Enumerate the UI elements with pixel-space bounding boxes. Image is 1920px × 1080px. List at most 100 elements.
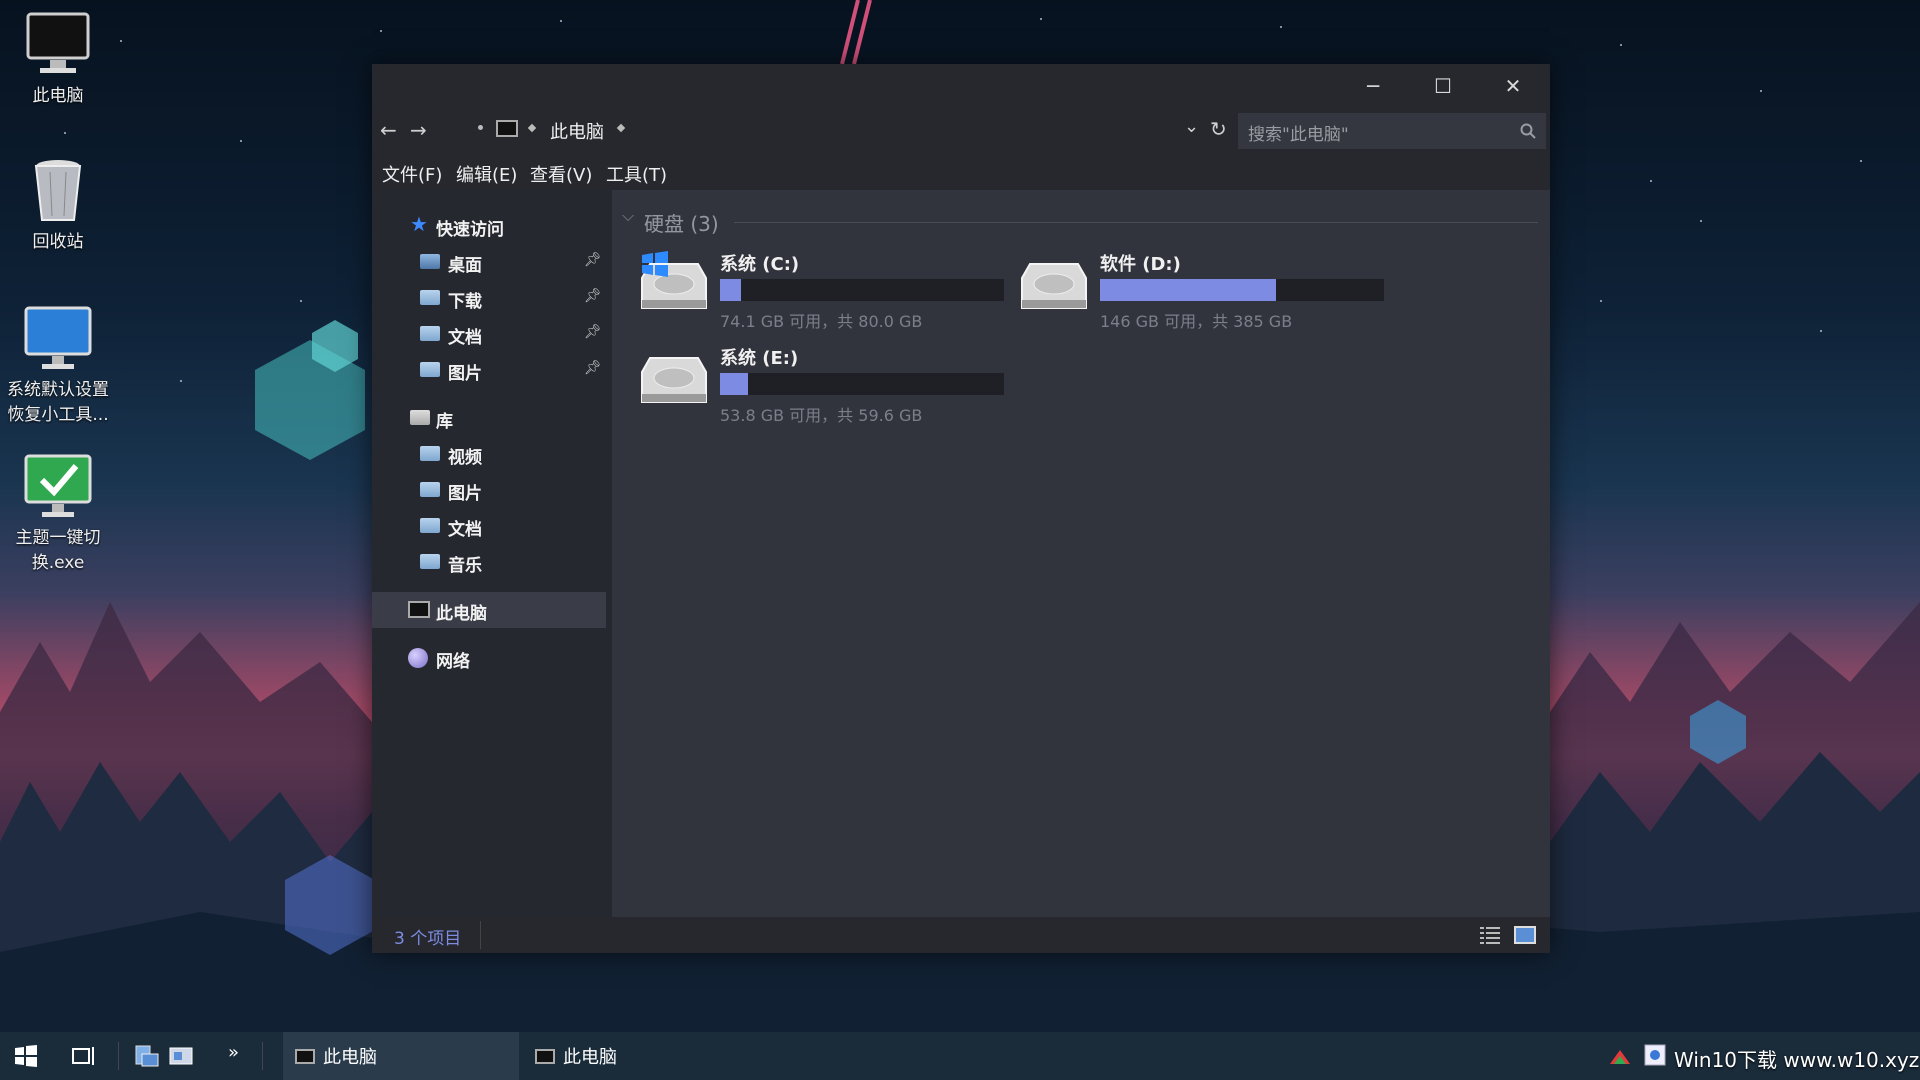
drive-free-space: 53.8 GB 可用，共 59.6 GB <box>720 406 923 425</box>
pin-icon[interactable]: 📌︎ <box>584 288 602 304</box>
sidebar-item-music[interactable]: 音乐 <box>372 544 606 580</box>
taskbar-app-this-pc-2[interactable]: 此电脑 <box>523 1032 759 1080</box>
close-button[interactable]: ✕ <box>1478 64 1548 108</box>
folder-icon <box>420 518 440 533</box>
start-button[interactable] <box>0 1032 52 1080</box>
breadcrumb-separator-icon[interactable] <box>527 123 537 133</box>
sidebar-item-library-documents[interactable]: 文档 <box>372 508 606 544</box>
pin-icon[interactable]: 📌︎ <box>584 324 602 340</box>
breadcrumb-location[interactable]: 此电脑 <box>550 118 604 144</box>
drive-usage-fill <box>720 373 749 395</box>
status-divider <box>480 921 481 949</box>
sidebar-item-network[interactable]: 网络 <box>372 640 606 676</box>
address-bar: ← → 此电脑 ⌄ ↻ 搜索"此电脑" <box>372 108 1550 154</box>
drive-usage-bar <box>1100 279 1384 301</box>
search-placeholder: 搜索"此电脑" <box>1248 125 1349 145</box>
sidebar-item-label: 桌面 <box>448 256 482 276</box>
minimize-button[interactable]: ─ <box>1338 64 1408 108</box>
drive-item[interactable]: 系统 (E:) 53.8 GB 可用，共 59.6 GB <box>638 344 1008 434</box>
search-input[interactable]: 搜索"此电脑" <box>1238 113 1546 149</box>
sidebar-item-library-pictures[interactable]: 图片 <box>372 472 606 508</box>
desktop-icon-label: 回收站 <box>32 232 84 252</box>
library-icon <box>410 410 430 425</box>
toolbar-overflow-icon[interactable]: » <box>228 1042 239 1063</box>
menu-file[interactable]: 文件(F) <box>382 161 442 187</box>
details-view-icon[interactable] <box>1480 926 1500 944</box>
monitor-icon <box>22 302 94 374</box>
sidebar-item-videos[interactable]: 视频 <box>372 436 606 472</box>
hard-drive-icon <box>641 357 707 403</box>
folder-icon <box>420 482 440 497</box>
tray-app-icon[interactable] <box>1644 1044 1666 1066</box>
windows-start-icon <box>15 1045 37 1067</box>
explorer-window: ─ ☐ ✕ ← → 此电脑 ⌄ ↻ 搜索"此电脑" 文件(F) 编辑(E) 查看… <box>372 64 1550 953</box>
menu-view[interactable]: 查看(V) <box>530 161 592 187</box>
desktop-icon-restore-tool[interactable]: 系统默认设置恢复小工具... <box>0 302 116 428</box>
sidebar-item-label: 图片 <box>448 364 482 384</box>
show-desktop-quicklaunch-icon[interactable] <box>168 1044 194 1068</box>
breadcrumb-dot <box>478 125 483 130</box>
collapse-chevron-icon[interactable]: ⌵ <box>622 206 634 226</box>
breadcrumb-separator-icon[interactable] <box>616 123 626 133</box>
drive-item[interactable]: 系统 (C:) 74.1 GB 可用，共 80.0 GB <box>638 250 1008 340</box>
checkmark-monitor-icon <box>22 450 94 522</box>
menu-edit[interactable]: 编辑(E) <box>456 161 517 187</box>
forward-button[interactable]: → <box>410 118 427 142</box>
desktop-icon-recycle-bin[interactable]: 回收站 <box>0 154 116 255</box>
group-header[interactable]: 硬盘 (3) <box>644 208 719 237</box>
drive-usage-bar <box>720 279 1004 301</box>
sidebar-item-label: 音乐 <box>448 556 482 576</box>
refresh-icon[interactable]: ↻ <box>1210 117 1227 141</box>
computer-icon <box>535 1048 555 1064</box>
desktop-icon-theme-switch[interactable]: 主题一键切换.exe <box>0 450 116 576</box>
navigation-pane: ★ 快速访问 桌面 📌︎ 下载 📌︎ 文档 📌︎ 图片 📌︎ 库 视频 图片 文… <box>372 190 612 917</box>
desktop-icon-label: 主题一键切换.exe <box>15 528 101 573</box>
tray-arrow-icon[interactable] <box>1608 1046 1632 1066</box>
history-dropdown-icon[interactable]: ⌄ <box>1184 116 1199 137</box>
sidebar-item-documents[interactable]: 文档 📌︎ <box>372 316 606 352</box>
hexagon-decoration-small <box>312 320 358 372</box>
drive-usage-fill <box>720 279 742 301</box>
sidebar-item-downloads[interactable]: 下载 📌︎ <box>372 280 606 316</box>
maximize-button[interactable]: ☐ <box>1408 64 1478 108</box>
sidebar-item-libraries[interactable]: 库 <box>372 400 606 436</box>
group-divider <box>734 222 1538 223</box>
sidebar-item-label: 下载 <box>448 292 482 312</box>
windows-logo-icon <box>642 251 668 277</box>
sidebar-item-label: 视频 <box>448 448 482 468</box>
watermark-text: Win10下载 www.w10.xyz <box>1674 1048 1920 1072</box>
drive-usage-bar <box>720 373 1004 395</box>
desktop-icon-label: 系统默认设置恢复小工具... <box>7 380 109 425</box>
file-explorer-quicklaunch-icon[interactable] <box>134 1044 160 1068</box>
folder-icon <box>420 446 440 461</box>
task-view-button[interactable] <box>60 1032 106 1080</box>
drive-item[interactable]: 软件 (D:) 146 GB 可用，共 385 GB <box>1018 250 1388 340</box>
back-button[interactable]: ← <box>380 118 397 142</box>
task-view-icon <box>72 1047 94 1065</box>
large-icons-view-icon[interactable] <box>1514 926 1536 944</box>
pin-icon[interactable]: 📌︎ <box>584 252 602 268</box>
menu-tools[interactable]: 工具(T) <box>606 161 667 187</box>
sidebar-item-label: 文档 <box>448 520 482 540</box>
maximize-icon: ☐ <box>1434 74 1452 98</box>
desktop-icon-label: 此电脑 <box>32 86 84 106</box>
computer-icon <box>295 1048 315 1064</box>
computer-icon <box>496 120 518 137</box>
folder-icon <box>420 326 440 341</box>
sidebar-item-pictures[interactable]: 图片 📌︎ <box>372 352 606 388</box>
sidebar-item-desktop[interactable]: 桌面 📌︎ <box>372 244 606 280</box>
pin-icon[interactable]: 📌︎ <box>584 360 602 376</box>
sidebar-item-quick-access[interactable]: ★ 快速访问 <box>372 208 606 244</box>
close-icon: ✕ <box>1504 74 1522 98</box>
title-bar[interactable]: ─ ☐ ✕ <box>372 64 1550 108</box>
drive-free-space: 146 GB 可用，共 385 GB <box>1100 312 1293 331</box>
drive-name: 软件 (D:) <box>1100 254 1181 275</box>
taskbar-app-label: 此电脑 <box>563 1047 617 1068</box>
search-icon[interactable] <box>1520 123 1536 139</box>
folder-icon <box>420 362 440 377</box>
taskbar-app-this-pc[interactable]: 此电脑 <box>283 1032 519 1080</box>
menu-bar: 文件(F) 编辑(E) 查看(V) 工具(T) <box>372 154 1550 190</box>
desktop-icon-this-pc[interactable]: 此电脑 <box>0 8 116 109</box>
sidebar-item-this-pc[interactable]: 此电脑 <box>372 592 606 628</box>
hexagon-decoration-right <box>1690 700 1746 764</box>
